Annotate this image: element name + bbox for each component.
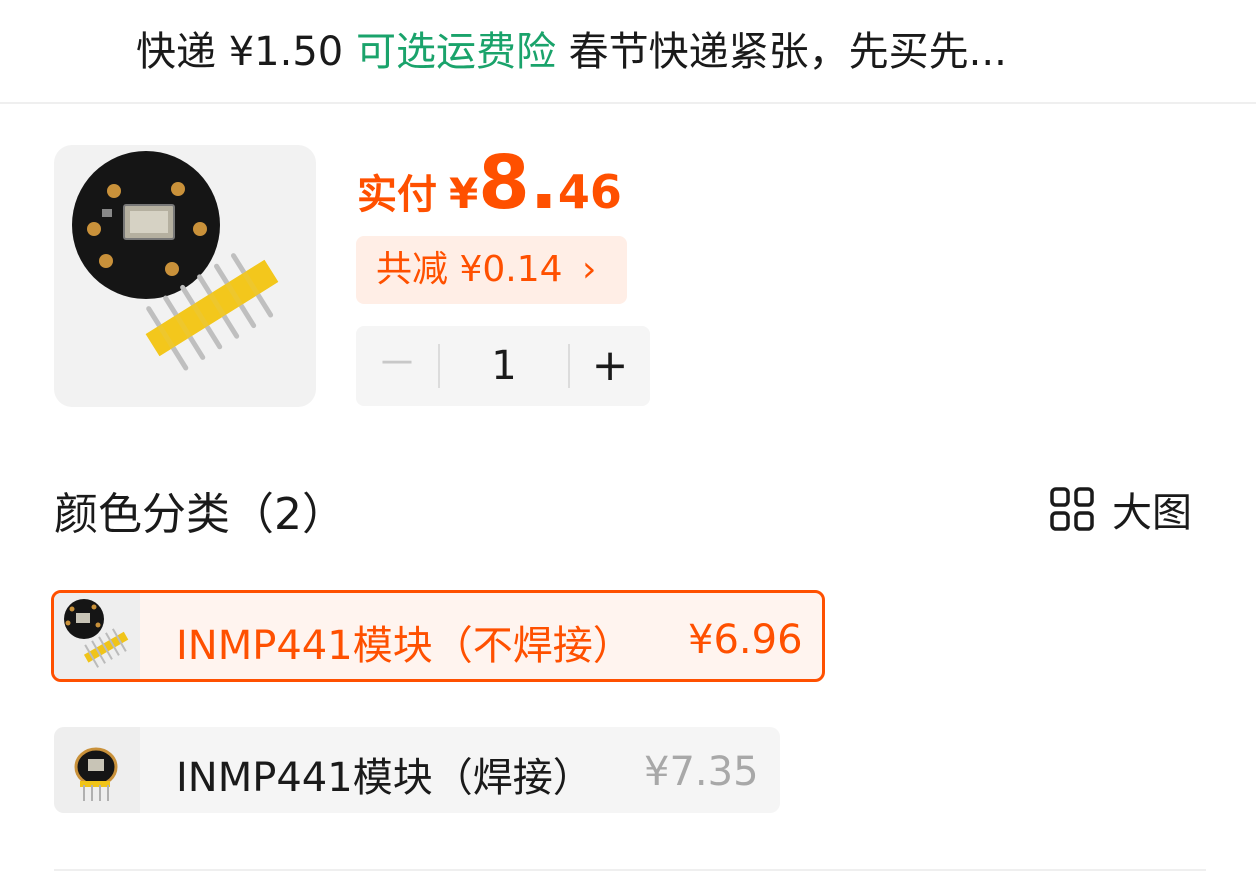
discount-badge[interactable]: 共减 ¥0.14 › [356, 236, 627, 304]
microphone-module-icon [74, 747, 118, 801]
quantity-input[interactable]: 1 [440, 326, 568, 406]
divider [54, 869, 1206, 871]
variant-thumbnail [54, 593, 140, 679]
discount-label: 共减 ¥0.14 [376, 249, 563, 290]
variant-name: INMP441模块（不焊接） [176, 623, 633, 669]
variant-name: INMP441模块（焊接） [176, 755, 593, 801]
shipping-fee: 快递 ¥1.50 [136, 29, 356, 75]
actual-price-label: 实付 [357, 172, 437, 218]
variant-section-title: 颜色分类（2） [54, 489, 346, 540]
increase-button[interactable]: + [570, 326, 650, 406]
grid-icon [1050, 487, 1094, 531]
quantity-stepper: － 1 + [356, 326, 650, 406]
shipping-notice: 春节快递紧张，先买先... [555, 29, 1007, 75]
variant-option-unsoldered[interactable]: INMP441模块（不焊接） ¥6.96 [51, 590, 825, 682]
large-image-toggle[interactable]: 大图 [1050, 486, 1192, 536]
freight-insurance-link[interactable]: 可选运费险 [356, 29, 556, 75]
variant-price: ¥7.35 [644, 749, 759, 795]
variant-option-soldered[interactable]: INMP441模块（焊接） ¥7.35 [54, 727, 780, 813]
decrease-button[interactable]: － [356, 326, 438, 406]
actual-price: 实付 ¥8.46 [357, 140, 622, 226]
chevron-right-icon: › [581, 249, 597, 290]
microphone-module-icon [64, 599, 129, 668]
large-image-label: 大图 [1112, 490, 1192, 536]
variant-price: ¥6.96 [688, 617, 803, 663]
microphone-module-icon [72, 151, 279, 371]
price-decimal: 46 [557, 165, 622, 219]
shipping-bar: 快递 ¥1.50 可选运费险 春节快递紧张，先买先... [0, 0, 1256, 104]
variant-thumbnail [54, 727, 140, 813]
product-image[interactable] [54, 145, 316, 407]
currency-symbol: ¥ [449, 169, 479, 218]
price-integer: 8. [478, 140, 558, 226]
